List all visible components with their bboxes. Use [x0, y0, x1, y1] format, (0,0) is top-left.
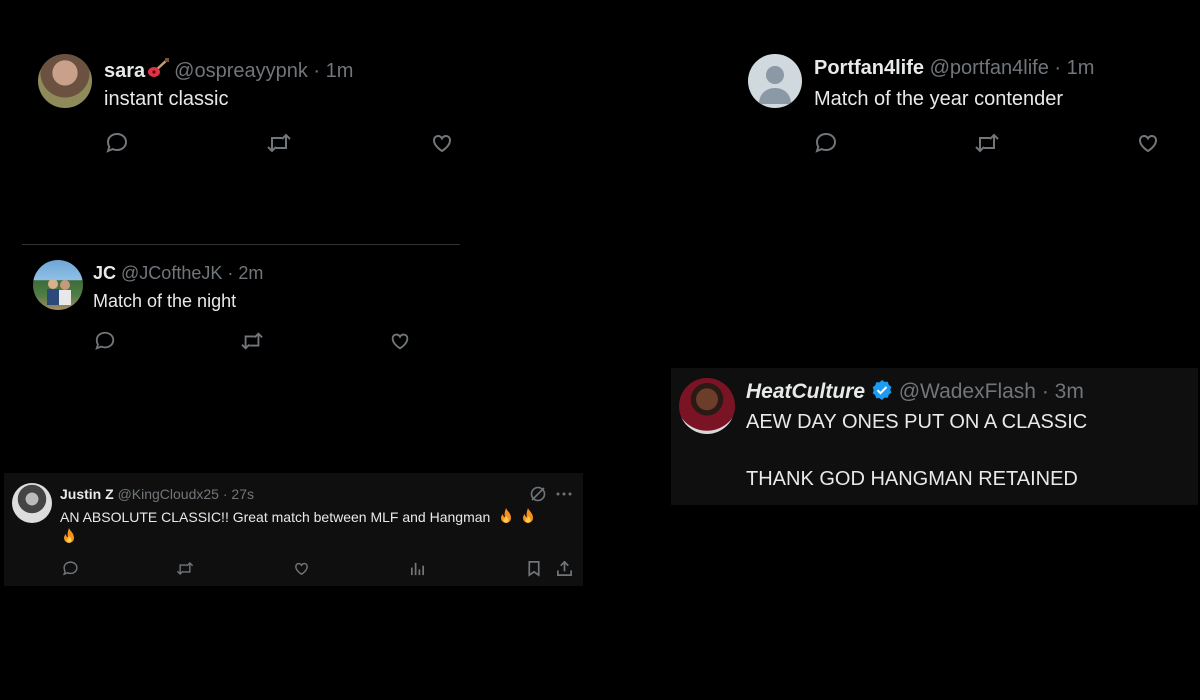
reply-icon — [815, 132, 837, 153]
tweet-text: Match of the night — [93, 291, 237, 311]
retweet-icon — [241, 332, 263, 350]
like-button[interactable] — [1134, 129, 1162, 157]
like-button[interactable] — [428, 129, 456, 157]
separator-dot: · — [222, 486, 228, 502]
author-handle[interactable]: @portfan4life — [930, 57, 1049, 79]
photo-people-icon — [47, 279, 71, 305]
tweet-text: AEW DAY ONES PUT ON A CLASSIC — [746, 411, 1088, 433]
separator-dot: · — [227, 263, 234, 283]
tweet-text: Match of the year contender — [814, 88, 1064, 110]
retweet-icon — [975, 133, 999, 153]
avatar[interactable] — [38, 54, 92, 108]
retweet-button[interactable] — [265, 129, 293, 157]
tweet-header: Portfan4life @portfan4life · 1m — [814, 57, 1094, 80]
tweet-text: AN ABSOLUTE CLASSIC!! Great match betwee… — [60, 507, 537, 528]
retweet-icon — [267, 133, 291, 153]
tweet-text-line2: THANK GOD HANGMAN RETAINED — [746, 468, 1078, 490]
tweet-portfan4life[interactable]: Portfan4life @portfan4life · 1m Match of… — [710, 0, 1190, 170]
reply-icon — [62, 560, 78, 575]
default-avatar-icon — [759, 66, 791, 104]
reply-button[interactable] — [56, 554, 84, 582]
author-name[interactable]: sara — [104, 60, 145, 82]
retweet-icon — [176, 561, 194, 575]
timestamp[interactable]: 1m — [326, 60, 354, 82]
reply-icon — [106, 132, 128, 153]
fire-icon — [497, 507, 515, 528]
author-handle[interactable]: @WadexFlash — [899, 380, 1036, 403]
like-button[interactable] — [386, 327, 414, 355]
author-name[interactable]: JC — [93, 263, 116, 283]
tweet-header: JC @JCoftheJK · 2m — [93, 263, 263, 284]
share-button[interactable] — [550, 554, 578, 582]
author-name[interactable]: HeatCulture — [746, 380, 865, 403]
bookmark-button[interactable] — [520, 554, 548, 582]
grok-icon — [530, 486, 546, 502]
timestamp[interactable]: 2m — [238, 263, 263, 283]
like-icon — [391, 333, 409, 350]
fire-icon — [60, 527, 78, 550]
avatar[interactable] — [12, 483, 52, 523]
tweet-header: HeatCulture @WadexFlash · 3m — [746, 379, 1084, 407]
tweet-text-content: AN ABSOLUTE CLASSIC!! Great match betwee… — [60, 509, 491, 525]
tweet-header: sara @ospreayypnk · 1m — [104, 57, 353, 85]
author-handle[interactable]: @KingCloudx25 — [118, 486, 219, 502]
author-handle[interactable]: @JCoftheJK — [121, 263, 222, 283]
like-icon — [432, 134, 452, 153]
tweet-justin-z[interactable]: Justin Z @KingCloudx25 · 27s AN ABSOLUTE… — [4, 473, 583, 586]
views-icon — [410, 562, 424, 575]
avatar[interactable] — [33, 260, 83, 310]
tweet-jc[interactable]: JC @JCoftheJK · 2m Match of the night — [0, 250, 470, 360]
tweet-text: instant classic — [104, 88, 229, 110]
grok-button[interactable] — [524, 480, 552, 508]
views-button[interactable] — [403, 554, 431, 582]
timestamp[interactable]: 3m — [1055, 380, 1084, 403]
author-name[interactable]: Justin Z — [60, 486, 114, 502]
timestamp[interactable]: 27s — [231, 486, 254, 502]
tweet-header: Justin Z @KingCloudx25 · 27s — [60, 486, 254, 502]
like-icon — [294, 562, 308, 575]
avatar[interactable] — [679, 378, 735, 434]
more-button[interactable] — [550, 480, 578, 508]
verified-icon — [871, 379, 893, 407]
reply-icon — [95, 331, 115, 350]
more-icon — [556, 492, 572, 496]
like-icon — [1138, 134, 1158, 153]
like-button[interactable] — [287, 554, 315, 582]
bookmark-icon — [528, 560, 540, 577]
reply-button[interactable] — [91, 327, 119, 355]
share-icon — [556, 560, 572, 576]
guitar-icon — [146, 57, 170, 85]
reply-button[interactable] — [103, 129, 131, 157]
tweet-heatculture[interactable]: HeatCulture @WadexFlash · 3m AEW DAY ONE… — [671, 368, 1198, 505]
tweet-sara[interactable]: sara @ospreayypnk · 1m instant classic — [0, 0, 470, 170]
separator-dot: · — [1054, 57, 1062, 79]
separator-dot: · — [313, 60, 321, 82]
author-handle[interactable]: @ospreayypnk — [174, 60, 308, 82]
avatar[interactable] — [748, 54, 802, 108]
reply-button[interactable] — [812, 129, 840, 157]
separator-dot: · — [1041, 380, 1049, 403]
divider — [22, 244, 460, 245]
fire-icon — [519, 507, 537, 528]
author-name[interactable]: Portfan4life — [814, 57, 924, 79]
retweet-button[interactable] — [171, 554, 199, 582]
retweet-button[interactable] — [238, 327, 266, 355]
retweet-button[interactable] — [973, 129, 1001, 157]
timestamp[interactable]: 1m — [1067, 57, 1095, 79]
